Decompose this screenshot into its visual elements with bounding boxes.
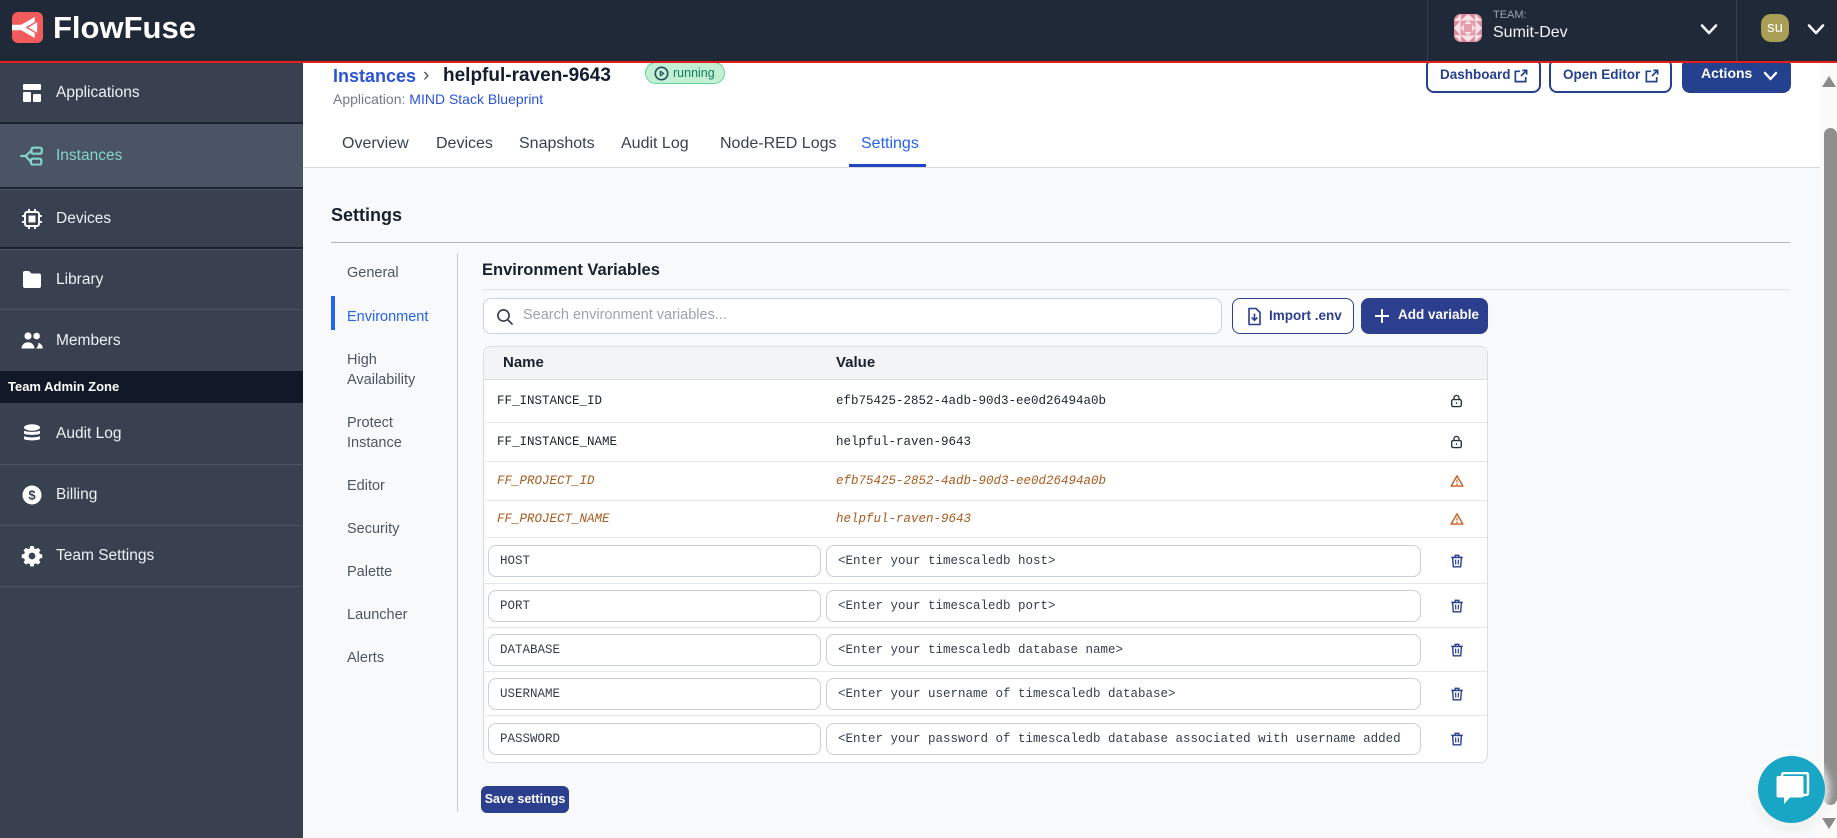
svg-text:$: $ xyxy=(28,488,36,503)
